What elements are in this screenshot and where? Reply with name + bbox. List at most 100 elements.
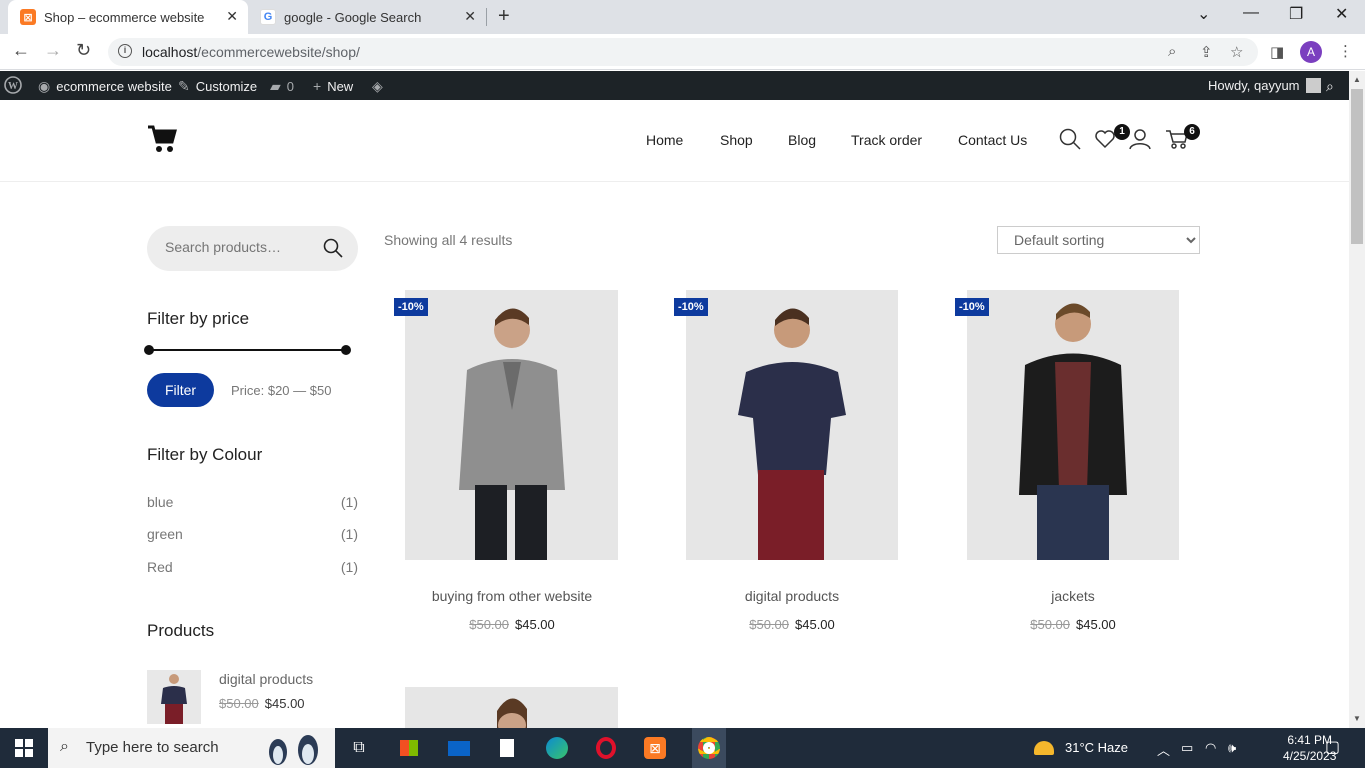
search-icon[interactable] — [323, 238, 343, 263]
tab-google[interactable]: G google - Google Search ✕ — [250, 0, 486, 34]
close-tab-icon[interactable]: ✕ — [226, 8, 238, 25]
colour-filter-item[interactable]: Red (1) — [147, 559, 358, 575]
diamond-icon[interactable]: ◈ — [372, 78, 383, 95]
account-user-icon[interactable] — [1129, 128, 1151, 155]
products-widget-title: Products — [147, 621, 215, 640]
reload-icon[interactable]: ↻ — [76, 40, 91, 61]
product-search-box — [147, 226, 358, 271]
price-slider-max-handle[interactable] — [341, 345, 351, 355]
account-link[interactable]: Howdy, qayyum — [1208, 78, 1321, 93]
chrome-browser-icon[interactable] — [692, 728, 726, 768]
site-name-link[interactable]: ◉ ecommerce website — [38, 78, 172, 95]
sale-badge: -10% — [674, 298, 708, 316]
sorting-select[interactable]: Default sorting — [997, 226, 1200, 254]
search-icon: ⌕ — [60, 738, 69, 755]
product-title[interactable]: digital products — [676, 588, 908, 604]
tab-search-icon[interactable]: ⌄ — [1197, 4, 1210, 24]
show-hidden-icons-icon[interactable]: ︿ — [1157, 740, 1170, 759]
microsoft-store-icon[interactable] — [397, 736, 421, 760]
tab-shop[interactable]: ⊠ Shop – ecommerce website ✕ — [8, 0, 248, 34]
browser-tab-bar: ⊠ Shop – ecommerce website ✕ G google - … — [0, 0, 1365, 34]
filter-button[interactable]: Filter — [147, 373, 214, 407]
restore-icon[interactable]: ❐ — [1289, 4, 1303, 24]
nav-blog[interactable]: Blog — [788, 132, 816, 148]
colour-filter-item[interactable]: blue (1) — [147, 494, 358, 510]
bookmark-star-icon[interactable]: ☆ — [1230, 43, 1243, 61]
side-panel-icon[interactable]: ◨ — [1270, 43, 1284, 61]
file-icon[interactable] — [495, 736, 519, 760]
back-icon[interactable]: ← — [12, 40, 30, 61]
filter-colour-title: Filter by Colour — [147, 445, 263, 464]
comment-icon: ▰ — [270, 78, 281, 94]
sale-badge: -10% — [394, 298, 428, 316]
windows-start-icon[interactable] — [12, 736, 36, 760]
opera-browser-icon[interactable] — [594, 736, 618, 760]
customize-link[interactable]: ✎ Customize — [178, 78, 257, 95]
weather-haze-icon — [1032, 736, 1056, 760]
product-title[interactable]: jackets — [957, 588, 1189, 604]
search-icon[interactable] — [1059, 128, 1081, 155]
scroll-down-icon[interactable]: ▼ — [1353, 714, 1361, 723]
close-window-icon[interactable]: ✕ — [1335, 4, 1348, 24]
page-scrollbar[interactable]: ▲ ▼ — [1349, 71, 1365, 728]
profile-avatar[interactable]: A — [1300, 41, 1322, 63]
search-products-input[interactable] — [165, 239, 315, 255]
share-icon[interactable]: ⇪ — [1200, 43, 1213, 61]
product-image[interactable] — [405, 290, 618, 560]
zoom-icon[interactable]: ⌕ — [1168, 43, 1176, 60]
menu-kebab-icon[interactable]: ⋮ — [1338, 42, 1353, 60]
nav-contact[interactable]: Contact Us — [958, 132, 1027, 148]
product-thumbnail[interactable] — [147, 670, 201, 724]
tab-title: google - Google Search — [284, 9, 422, 25]
site-info-icon[interactable]: i — [118, 44, 132, 58]
forward-icon[interactable]: → — [44, 40, 62, 61]
comments-link[interactable]: ▰ 0 — [270, 78, 294, 95]
site-header: Home Shop Blog Track order Contact Us 1 … — [0, 100, 1349, 182]
result-count: Showing all 4 results — [384, 232, 513, 248]
windows-taskbar: ⌕ Type here to search ⧉ ⊠ 31°C Haze ︿ ▭ … — [0, 728, 1365, 768]
xampp-icon[interactable]: ⊠ — [643, 736, 667, 760]
svg-text:W: W — [8, 81, 18, 92]
url-field[interactable]: i localhost/ecommercewebsite/shop/ ⌕ ⇪ ☆ — [108, 38, 1258, 66]
address-bar: ← → ↻ i localhost/ecommercewebsite/shop/… — [0, 34, 1365, 70]
taskbar-search-field[interactable]: ⌕ Type here to search — [48, 728, 335, 768]
wp-admin-bar: W ◉ ecommerce website ✎ Customize ▰ 0 + … — [0, 71, 1349, 100]
wifi-icon[interactable]: ◠ — [1205, 740, 1216, 756]
filter-price-title: Filter by price — [147, 309, 250, 328]
volume-icon[interactable]: 🕪 — [1228, 740, 1236, 756]
nav-home[interactable]: Home — [646, 132, 683, 148]
notifications-icon[interactable]: ▢ — [1325, 737, 1340, 757]
product-image[interactable] — [686, 290, 898, 560]
cart-count-badge: 6 — [1184, 124, 1200, 140]
price-slider-min-handle[interactable] — [144, 345, 154, 355]
tab-separator — [486, 8, 487, 26]
nav-track-order[interactable]: Track order — [851, 132, 922, 148]
avatar — [1305, 78, 1321, 93]
close-tab-icon[interactable]: ✕ — [464, 8, 476, 25]
product-image[interactable] — [967, 290, 1179, 560]
weather-text[interactable]: 31°C Haze — [1065, 740, 1128, 755]
battery-icon[interactable]: ▭ — [1181, 740, 1193, 756]
product-image[interactable] — [405, 687, 618, 728]
cart-logo-icon[interactable] — [147, 124, 177, 159]
xampp-favicon-icon: ⊠ — [20, 9, 36, 25]
price-range-label: Price: $20 — $50 — [231, 383, 332, 398]
wishlist-heart-icon[interactable] — [1094, 128, 1116, 155]
mail-icon[interactable] — [447, 736, 471, 760]
colour-filter-item[interactable]: green (1) — [147, 526, 358, 542]
sidebar-product-name[interactable]: digital products — [219, 671, 313, 687]
search-icon[interactable]: ⌕ — [1326, 78, 1334, 95]
minimize-icon[interactable]: — — [1243, 4, 1259, 22]
url-text[interactable]: localhost/ecommercewebsite/shop/ — [142, 44, 360, 60]
edge-browser-icon[interactable] — [545, 736, 569, 760]
wordpress-logo-icon[interactable]: W — [4, 76, 22, 94]
product-title[interactable]: buying from other website — [396, 588, 628, 604]
task-view-icon[interactable]: ⧉ — [347, 736, 371, 760]
product-price: $50.00 $45.00 — [1030, 617, 1116, 632]
new-content-link[interactable]: + New — [313, 78, 353, 94]
google-favicon-icon: G — [260, 9, 276, 25]
nav-shop[interactable]: Shop — [720, 132, 753, 148]
scroll-up-icon[interactable]: ▲ — [1353, 75, 1361, 84]
scroll-thumb[interactable] — [1351, 89, 1363, 244]
new-tab-icon[interactable]: + — [498, 5, 510, 28]
